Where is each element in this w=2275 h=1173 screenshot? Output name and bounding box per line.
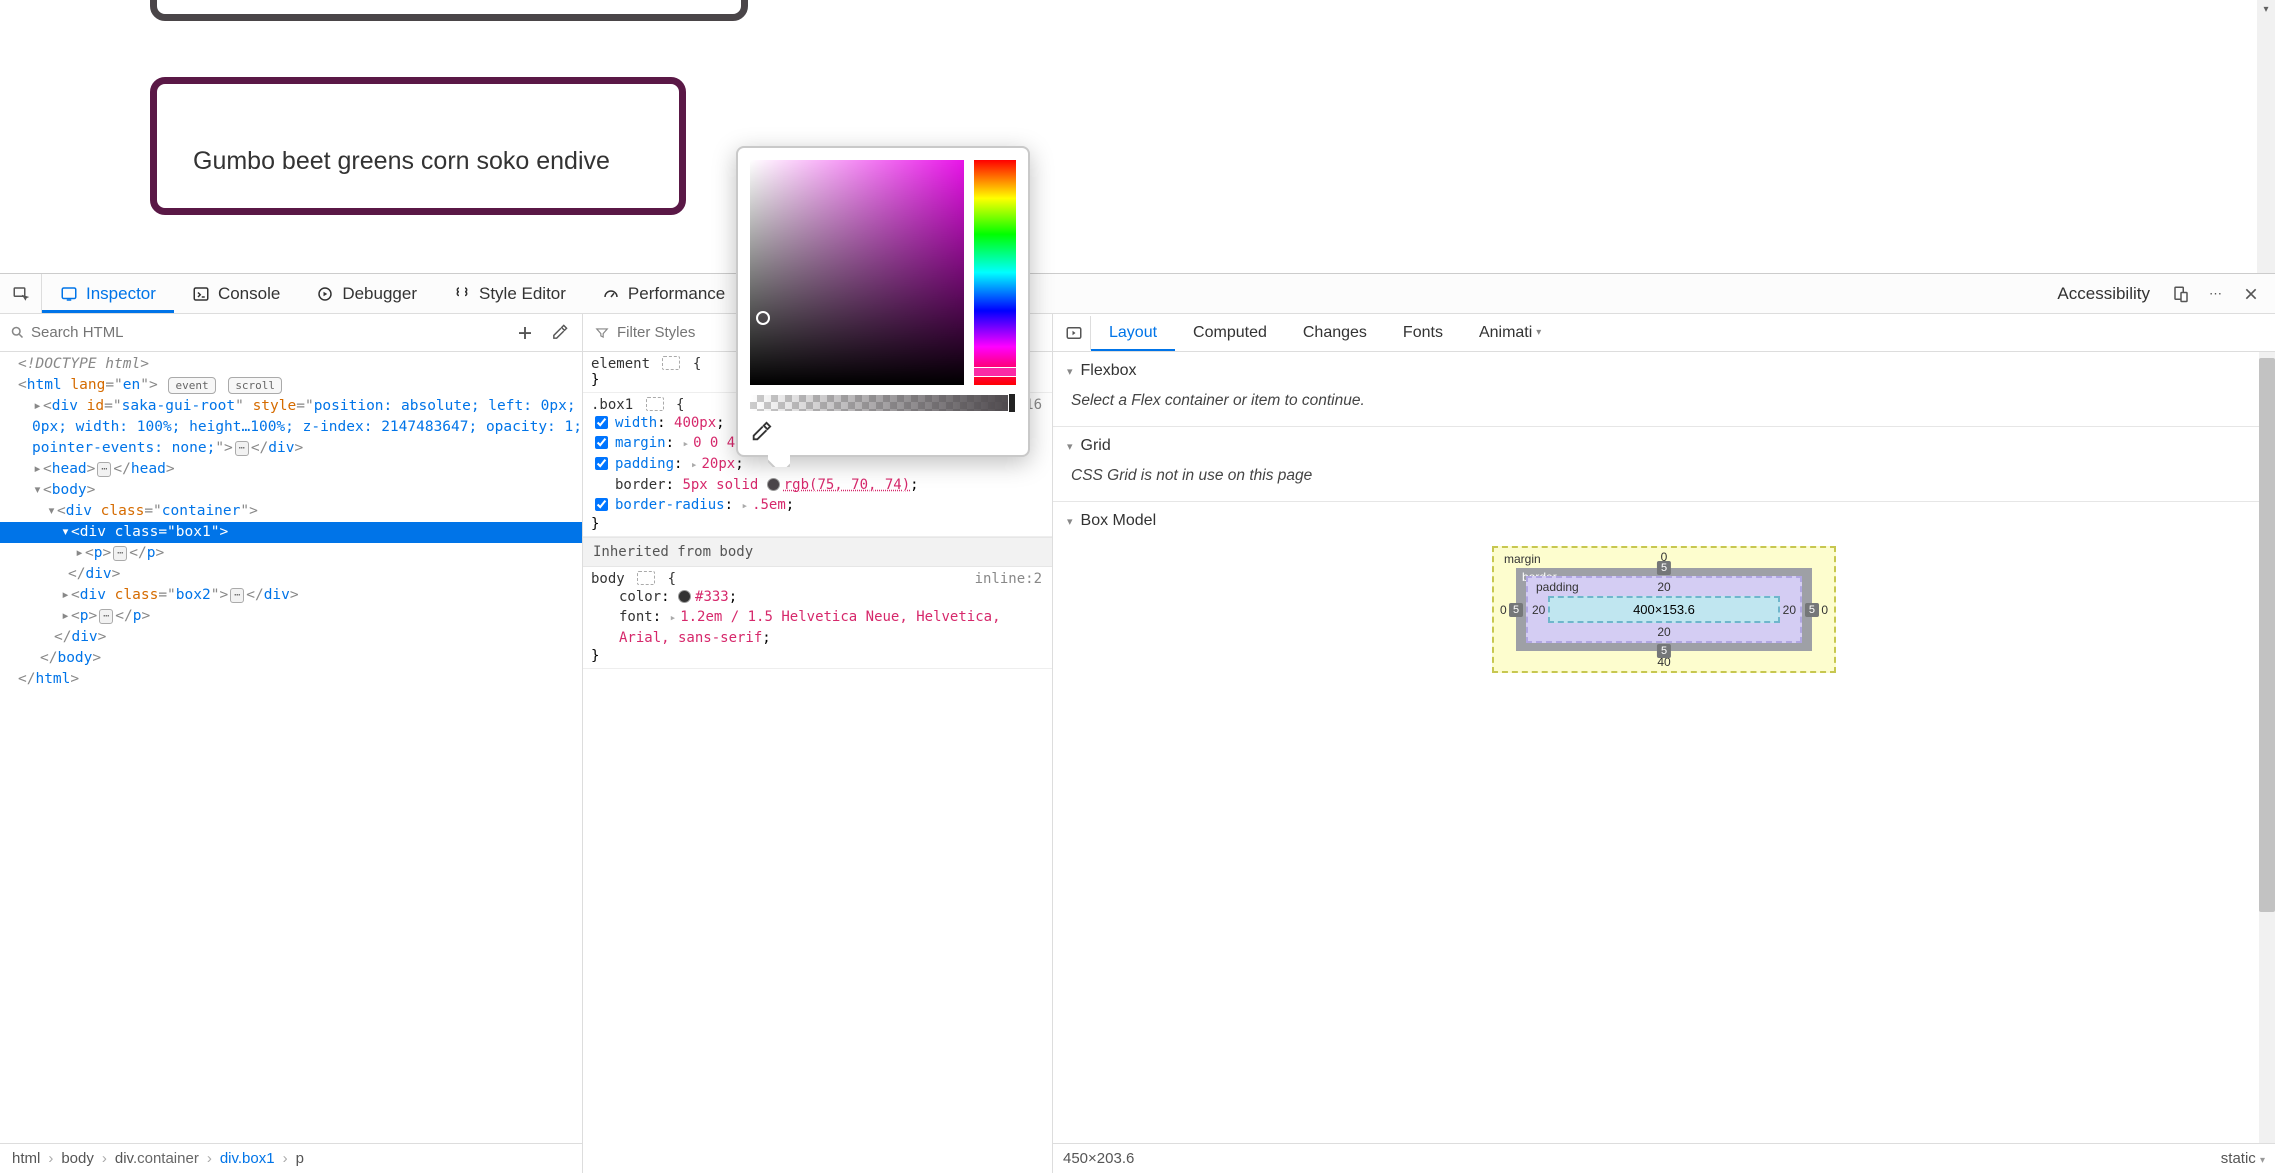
box-model-diagram[interactable]: margin 0 0 0 40 border 5 5 5 5 padding [1492, 546, 1836, 673]
sidepanel-scrollbar[interactable] [2259, 352, 2275, 1143]
search-html-field[interactable] [10, 324, 504, 341]
dom-tree[interactable]: <!DOCTYPE html> <html lang="en"> event s… [0, 352, 582, 1143]
highlight-icon[interactable] [646, 397, 664, 411]
ellipsis-icon[interactable]: ⋯ [230, 588, 244, 603]
ellipsis-icon[interactable]: ⋯ [235, 441, 249, 456]
layout-sidepanel: Layout Computed Changes Fonts Animati Fl… [1053, 314, 2275, 1173]
expand-toggle[interactable] [60, 585, 71, 606]
element-dimensions: 450×203.6 [1063, 1150, 1134, 1167]
expand-toggle[interactable] [60, 522, 71, 543]
more-options-button[interactable]: ⋯ [2203, 281, 2228, 306]
hue-slider[interactable] [974, 160, 1016, 385]
crumb-container[interactable]: div.container [115, 1150, 199, 1167]
section-boxmodel[interactable]: Box Model [1053, 502, 2275, 538]
console-icon [192, 285, 210, 303]
grid-message: CSS Grid is not in use on this page [1053, 463, 2275, 501]
expand-toggle[interactable] [32, 459, 43, 480]
toggle-sidebar-button[interactable] [1057, 316, 1091, 350]
picker-eyedropper-button[interactable] [750, 421, 772, 443]
devtools-toolbar: Inspector Console Debugger Style Editor … [0, 274, 2275, 314]
tab-fonts[interactable]: Fonts [1385, 314, 1461, 351]
flexbox-message: Select a Flex container or item to conti… [1053, 388, 2275, 426]
tab-debugger[interactable]: Debugger [298, 274, 435, 313]
decl-toggle[interactable] [595, 416, 608, 429]
crumb-box1[interactable]: div.box1 [220, 1150, 275, 1167]
debugger-icon [316, 285, 334, 303]
decl-toggle[interactable] [595, 457, 608, 470]
scroll-down-icon[interactable]: ▾ [2257, 0, 2275, 18]
performance-icon [602, 285, 620, 303]
tab-style-editor[interactable]: Style Editor [435, 274, 584, 313]
rule-body[interactable]: inline:2 body { color: #333; font: 1.2em… [583, 567, 1052, 669]
tab-layout[interactable]: Layout [1091, 314, 1175, 351]
tab-accessibility[interactable]: Accessibility [2049, 274, 2168, 313]
filter-icon [595, 326, 609, 340]
tab-performance[interactable]: Performance [584, 274, 743, 313]
tab-changes[interactable]: Changes [1285, 314, 1385, 351]
expand-shorthand-icon[interactable] [691, 458, 698, 471]
highlight-icon[interactable] [637, 571, 655, 585]
section-grid[interactable]: Grid [1053, 427, 2275, 463]
expand-toggle[interactable] [60, 606, 71, 627]
expand-toggle[interactable] [32, 396, 43, 417]
popup-arrow-icon [768, 455, 790, 467]
hue-handle[interactable] [973, 367, 1017, 377]
decl-toggle[interactable] [595, 498, 608, 511]
breadcrumb[interactable]: html› body› div.container› div.box1› p [0, 1143, 582, 1173]
responsive-mode-button[interactable] [2168, 281, 2193, 306]
decl-toggle[interactable] [595, 436, 608, 449]
rendered-page: amaranth tatsoi tomatillo melon azuki be… [0, 0, 2275, 273]
alpha-slider[interactable] [750, 395, 1016, 411]
markup-panel: <!DOCTYPE html> <html lang="en"> event s… [0, 314, 583, 1173]
section-flexbox[interactable]: Flexbox [1053, 352, 2275, 388]
tab-animations[interactable]: Animati [1461, 314, 1559, 351]
scroll-badge[interactable]: scroll [228, 377, 282, 394]
page-box2: Gumbo beet greens corn soko endive [150, 77, 686, 215]
add-element-button[interactable] [512, 320, 538, 346]
expand-toggle[interactable] [74, 543, 85, 564]
expand-shorthand-icon[interactable] [670, 611, 677, 624]
page-scrollbar[interactable]: ▾ [2257, 0, 2275, 273]
tab-inspector[interactable]: Inspector [42, 274, 174, 313]
box2-text: Gumbo beet greens corn soko endive [193, 147, 610, 175]
pick-element-button[interactable] [0, 274, 42, 313]
inherited-from-header: Inherited from body [583, 537, 1052, 567]
crumb-p[interactable]: p [296, 1150, 304, 1167]
saturation-handle[interactable] [756, 311, 770, 325]
ellipsis-icon[interactable]: ⋯ [113, 546, 127, 561]
style-editor-icon [453, 285, 471, 303]
color-swatch[interactable] [678, 590, 691, 603]
expand-toggle[interactable] [46, 501, 57, 522]
color-swatch[interactable] [767, 478, 780, 491]
color-picker[interactable] [736, 146, 1030, 457]
crumb-html[interactable]: html [12, 1150, 40, 1167]
page-box1: amaranth tatsoi tomatillo melon azuki be… [150, 0, 748, 21]
expand-shorthand-icon[interactable] [741, 499, 748, 512]
position-value[interactable]: static ▾ [2221, 1150, 2265, 1167]
selected-node[interactable]: <div class="box1"> [0, 522, 582, 543]
ellipsis-icon[interactable]: ⋯ [99, 609, 113, 624]
highlight-icon[interactable] [662, 356, 680, 370]
expand-shorthand-icon[interactable] [682, 437, 689, 450]
eyedropper-button[interactable] [546, 320, 572, 346]
tab-computed[interactable]: Computed [1175, 314, 1285, 351]
crumb-body[interactable]: body [61, 1150, 94, 1167]
expand-toggle[interactable] [32, 480, 43, 501]
ellipsis-icon[interactable]: ⋯ [97, 462, 111, 477]
search-icon [10, 325, 25, 340]
boxmodel-content[interactable]: 400×153.6 [1548, 596, 1780, 623]
tab-console[interactable]: Console [174, 274, 298, 313]
alpha-handle[interactable] [1008, 393, 1016, 413]
event-badge[interactable]: event [168, 377, 215, 394]
inspector-icon [60, 285, 78, 303]
devtools-panel: Inspector Console Debugger Style Editor … [0, 273, 2275, 1173]
close-devtools-button[interactable] [2238, 281, 2263, 306]
saturation-field[interactable] [750, 160, 964, 385]
search-html-input[interactable] [31, 324, 504, 341]
